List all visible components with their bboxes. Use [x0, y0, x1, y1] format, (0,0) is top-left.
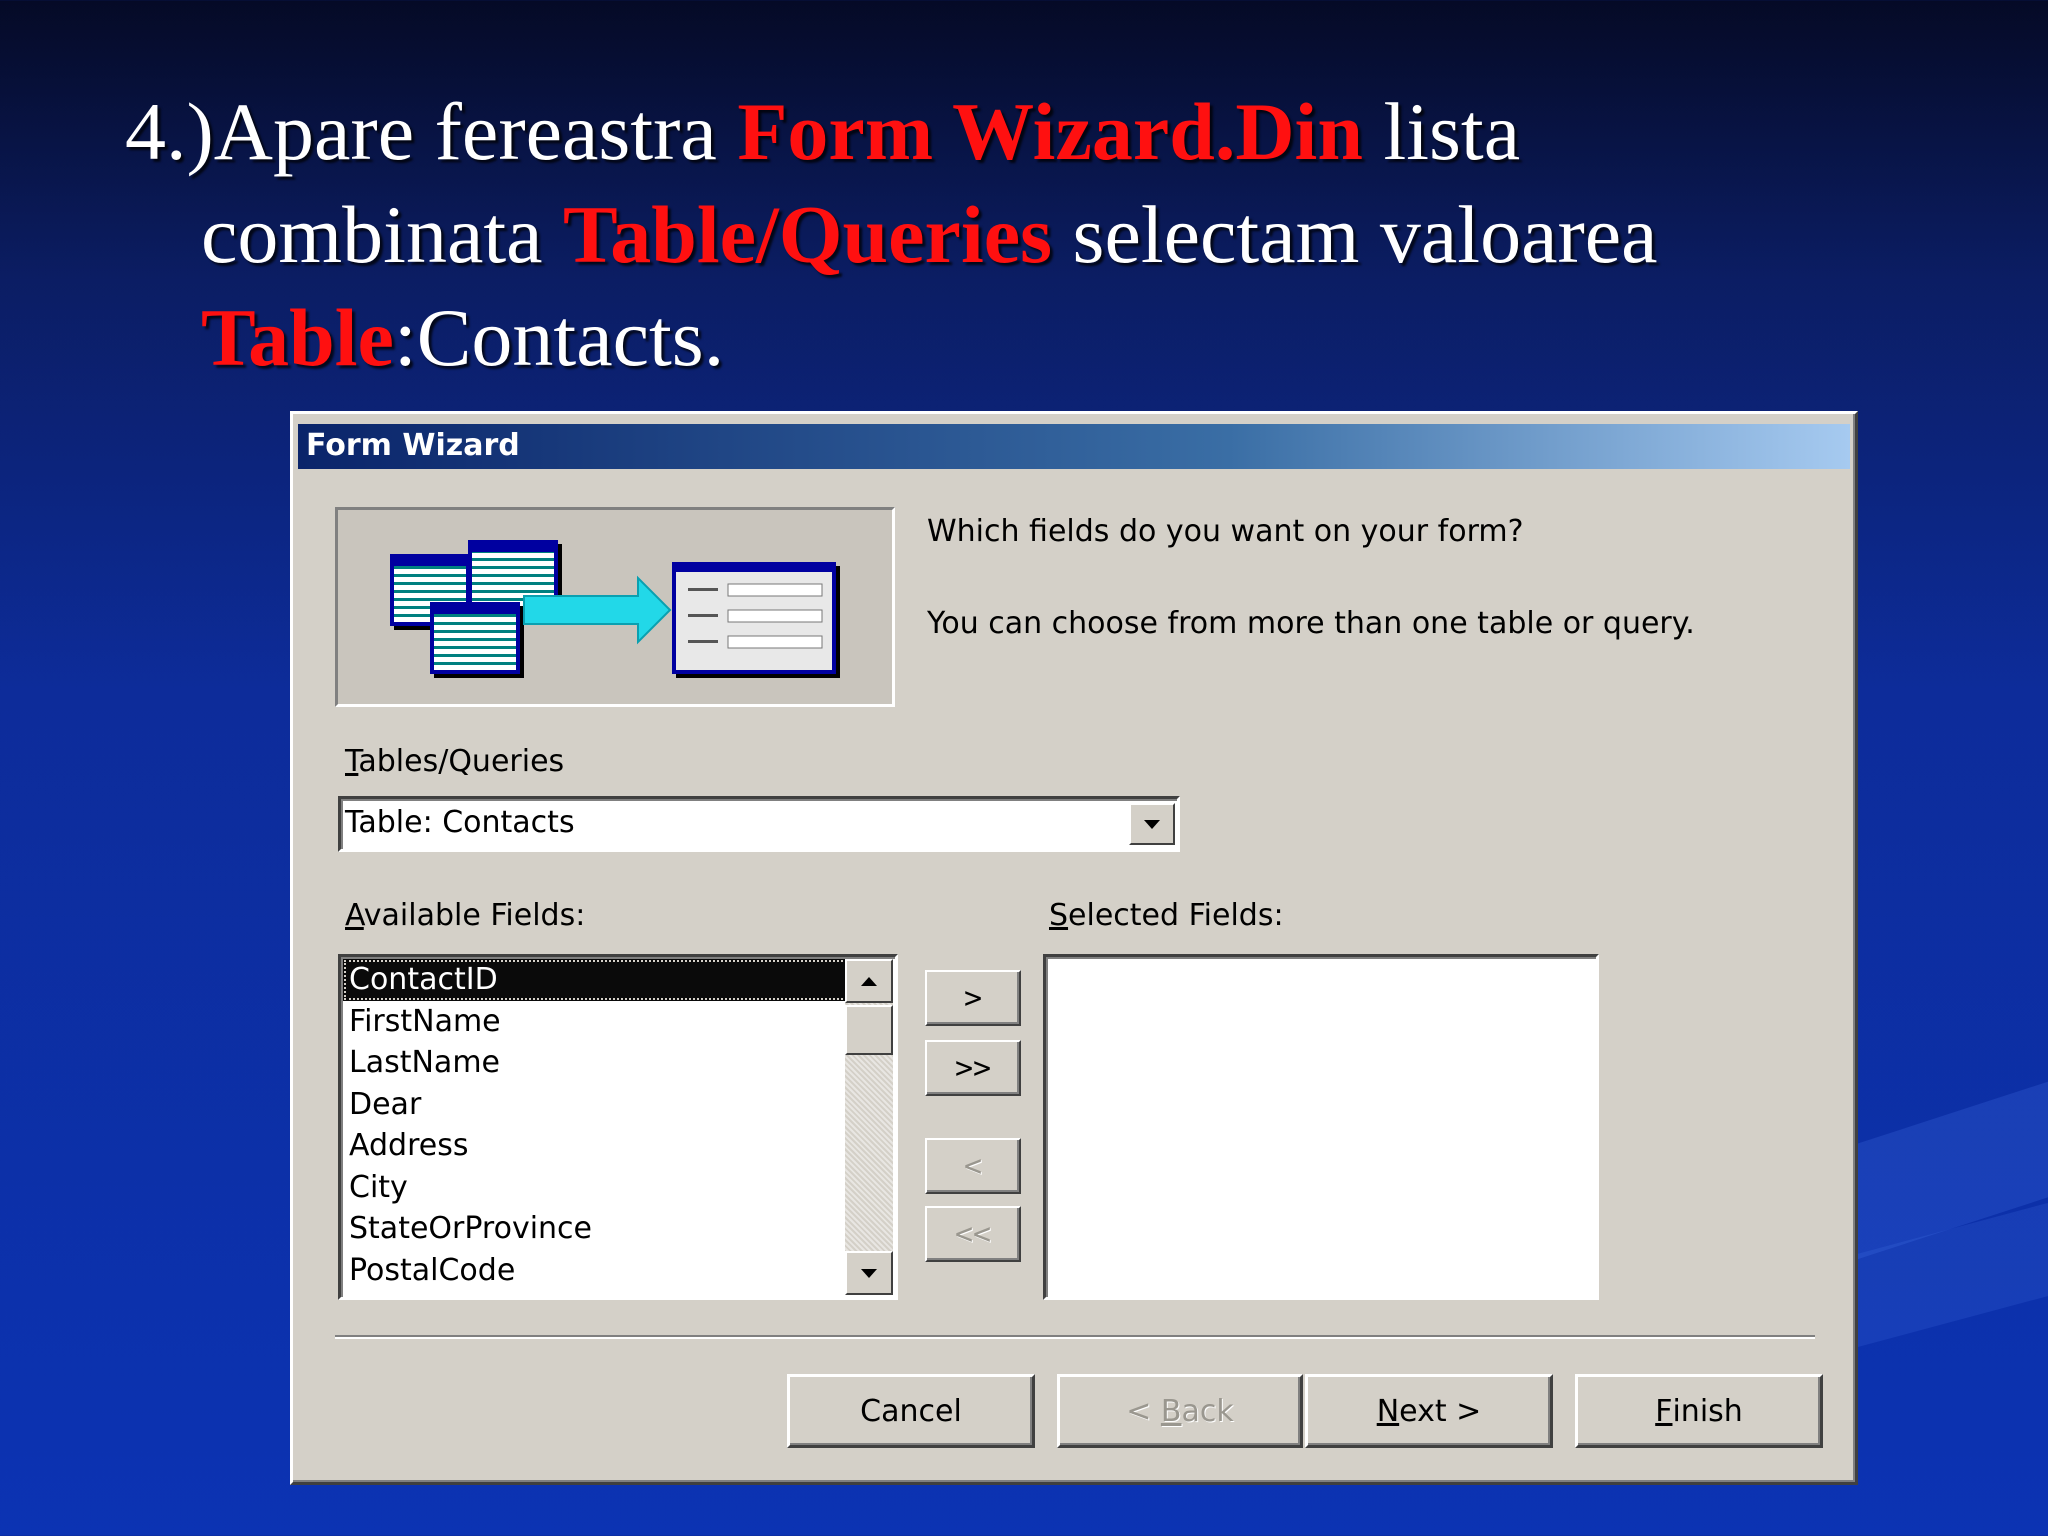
chevron-down-icon: [1144, 819, 1160, 829]
heading-highlight: Table/Queries: [563, 189, 1053, 280]
heading-text: 4.)Apare fereastra: [125, 86, 738, 177]
wizard-question: Which fields do you want on your form?: [927, 514, 1524, 549]
back-button[interactable]: < Back: [1057, 1374, 1303, 1448]
heading-text: lista: [1362, 86, 1521, 177]
heading-text: combinata: [201, 189, 564, 280]
dialog-title: Form Wizard: [306, 428, 520, 463]
list-item[interactable]: LastName: [343, 1042, 848, 1084]
list-item[interactable]: City: [343, 1167, 848, 1209]
tables-to-form-icon: [390, 540, 840, 678]
dropdown-button[interactable]: [1129, 803, 1175, 845]
heading-highlight: Form Wizard.Din: [737, 86, 1363, 177]
list-item[interactable]: PostalCode: [343, 1250, 848, 1292]
arrow-down-icon: [861, 1268, 877, 1278]
list-item[interactable]: FirstName: [343, 1001, 848, 1043]
list-item[interactable]: StateOrProvince: [343, 1208, 848, 1250]
add-field-button[interactable]: >: [925, 970, 1021, 1026]
available-fields-listbox[interactable]: ContactID FirstName LastName Dear Addres…: [338, 954, 898, 1300]
scroll-thumb[interactable]: [845, 1005, 893, 1055]
tables-queries-label: Tables/Queries: [345, 744, 565, 779]
heading-text: :Contacts.: [393, 292, 725, 383]
dialog-titlebar[interactable]: Form Wizard: [298, 424, 1850, 469]
tables-queries-combobox[interactable]: Table: Contacts: [338, 796, 1180, 852]
vertical-scrollbar[interactable]: [845, 959, 893, 1295]
heading-highlight: Table: [201, 292, 394, 383]
list-item[interactable]: Dear: [343, 1084, 848, 1126]
remove-all-fields-button[interactable]: <<: [925, 1206, 1021, 1262]
heading-line-1: 4.)Apare fereastra Form Wizard.Din lista: [125, 80, 2005, 183]
available-fields-label: Available Fields:: [345, 898, 586, 933]
wizard-illustration: [335, 507, 895, 707]
heading-line-3: Table:Contacts.: [125, 286, 2005, 389]
cancel-button[interactable]: Cancel: [787, 1374, 1035, 1448]
wizard-hint: You can choose from more than one table …: [927, 606, 1695, 641]
scroll-up-button[interactable]: [845, 959, 893, 1003]
heading-text: selectam valoarea: [1052, 189, 1658, 280]
scroll-down-button[interactable]: [845, 1251, 893, 1295]
slide-heading: 4.)Apare fereastra Form Wizard.Din lista…: [125, 80, 2005, 389]
available-fields-list: ContactID FirstName LastName Dear Addres…: [343, 959, 848, 1291]
form-wizard-dialog: Form Wizard Which fields do you want on …: [290, 411, 1858, 1485]
divider: [335, 1335, 1815, 1339]
list-item[interactable]: ContactID: [343, 959, 848, 1001]
heading-line-2: combinata Table/Queries selectam valoare…: [125, 183, 2005, 286]
selected-fields-label: Selected Fields:: [1049, 898, 1284, 933]
add-all-fields-button[interactable]: >>: [925, 1040, 1021, 1096]
arrow-up-icon: [861, 976, 877, 986]
combobox-value: Table: Contacts: [345, 805, 575, 840]
remove-field-button[interactable]: <: [925, 1138, 1021, 1194]
next-button[interactable]: Next >: [1305, 1374, 1553, 1448]
selected-fields-listbox[interactable]: [1043, 954, 1599, 1300]
finish-button[interactable]: Finish: [1575, 1374, 1823, 1448]
list-item[interactable]: Address: [343, 1125, 848, 1167]
